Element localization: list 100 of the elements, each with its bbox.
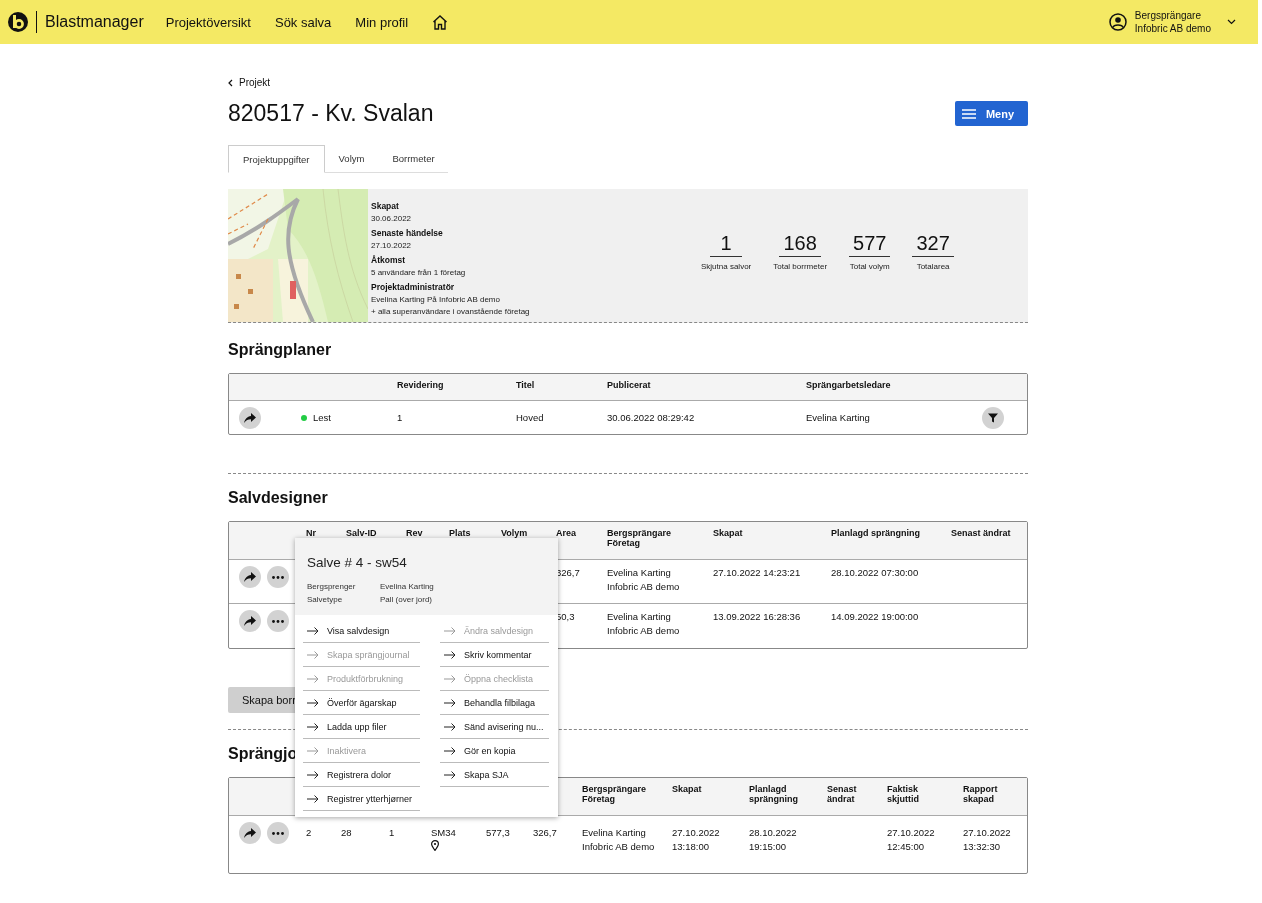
table-cell-text: 13.09.2022 16:28:36 (713, 610, 802, 624)
info-label: Projektadministratör (371, 282, 456, 292)
menu-item[interactable]: Skapa SJA (440, 763, 549, 787)
table-cell-text: 27.10.2022 12:45:00 (887, 826, 936, 854)
info-value: 27.10.2022 (371, 241, 413, 250)
table-cell-text: 326,7 (533, 826, 558, 840)
table-cell-text: 1 (397, 410, 404, 425)
arrow-icon (444, 722, 456, 731)
table-cell-text: Evelina Karting (806, 410, 871, 425)
column-header: Senast ändrat (827, 783, 858, 804)
share-button[interactable] (239, 610, 261, 632)
info-value: Evelina Karting På Infobric AB demo (371, 295, 501, 304)
menu-item[interactable]: Gör en kopia (440, 739, 549, 763)
section-heading: Sprängplaner (228, 341, 332, 359)
column-header: Skapat (713, 527, 744, 538)
arrow-icon (444, 626, 456, 635)
info-value: + alla superanvändare i ovanstående företag (371, 307, 531, 316)
share-arrow-icon (244, 828, 256, 838)
table-cell-text: 27.10.2022 14:23:21 (713, 566, 802, 580)
user-icon[interactable] (1108, 13, 1127, 31)
share-button[interactable] (239, 406, 261, 429)
arrow-icon (444, 770, 456, 779)
table-cell-text: 2 (306, 826, 313, 840)
column-header: Volym (501, 527, 529, 538)
info-label: Senaste händelse (371, 228, 444, 238)
popup-title: Salve # 4 - sw54 (307, 555, 408, 570)
column-header: Sprängarbetsledare (806, 379, 892, 390)
filter-button[interactable] (982, 406, 1004, 429)
menu-item[interactable]: Överför ägarskap (303, 691, 420, 715)
table-cell-text: 28.10.2022 07:30:00 (831, 566, 920, 580)
more-button[interactable] (267, 822, 289, 844)
breadcrumb-link[interactable]: Projekt (239, 77, 271, 88)
table-cell-text: 28 (341, 826, 353, 840)
arrow-icon (307, 674, 319, 683)
column-header: Senast ändrat (951, 527, 1012, 538)
arrow-icon (307, 770, 319, 779)
column-header: Plats (449, 527, 472, 538)
menu-icon (961, 108, 976, 119)
more-button[interactable] (267, 566, 289, 588)
tab[interactable]: Volym (324, 145, 379, 172)
page-title: 820517 - Kv. Svalan (228, 100, 434, 127)
share-button[interactable] (239, 822, 261, 844)
share-arrow-icon (244, 572, 256, 582)
table-cell-text: 30.06.2022 08:29:42 (607, 410, 696, 425)
tab[interactable]: Projektuppgifter (228, 145, 325, 173)
table-cell-text: 1 (389, 826, 396, 840)
column-header: Rapport skapad (963, 783, 999, 804)
column-header: Planlagd sprängning (831, 527, 921, 538)
arrow-icon (307, 722, 319, 731)
stat-value: 577 (849, 232, 891, 257)
menu-item[interactable]: Skriv kommentar (440, 643, 549, 667)
table-cell-text: 27.10.2022 13:32:30 (963, 826, 1012, 854)
stat-label: Total borrmeter (773, 262, 828, 271)
table-cell-text: 14.09.2022 19:00:00 (831, 610, 920, 624)
arrow-icon (307, 794, 319, 803)
info-value: 5 användare från 1 företag (371, 268, 467, 277)
column-header: Skapat (672, 783, 703, 794)
menu-item[interactable]: Registrer ytterhjørner (303, 787, 420, 811)
section-heading: Sprängjo (228, 745, 298, 763)
column-header: Revidering (397, 379, 445, 390)
share-button[interactable] (239, 566, 261, 588)
arrow-icon (444, 698, 456, 707)
more-button[interactable] (267, 610, 289, 632)
arrow-icon (444, 746, 456, 755)
menu-item[interactable]: Behandla filbilaga (440, 691, 549, 715)
arrow-icon (444, 674, 456, 683)
stat-label: Total volym (849, 262, 890, 271)
home-icon[interactable] (432, 14, 449, 30)
menu-item[interactable]: Sänd avisering nu... (440, 715, 549, 739)
detail-label: Bergsprenger (307, 582, 357, 591)
share-arrow-icon (244, 412, 256, 423)
arrow-icon (307, 746, 319, 755)
table-cell-text: Evelina Karting Infobric AB demo (582, 826, 656, 854)
tab[interactable]: Borrmeter (378, 145, 449, 172)
table-cell-text: Hoved (516, 410, 545, 425)
info-value: 30.06.2022 (371, 214, 413, 223)
arrow-icon (307, 698, 319, 707)
column-header: Salv-ID (346, 527, 378, 538)
menu-item[interactable]: Visa salvdesign (303, 619, 420, 643)
info-label: Skapat (371, 201, 400, 211)
nav-link[interactable]: Min profil (355, 14, 409, 30)
info-label: Åtkomst (371, 255, 406, 265)
table-cell-text: Evelina Karting Infobric AB demo (607, 566, 681, 594)
nav-link[interactable]: Sök salva (274, 14, 332, 30)
nav-link[interactable]: Projektöversikt (165, 14, 251, 30)
menu-item[interactable]: Registrera dolor (303, 763, 420, 787)
dots-icon (272, 575, 284, 579)
logo-icon (8, 12, 28, 32)
user-company: Infobric AB demo (1134, 22, 1211, 35)
brand-name[interactable]: Blastmanager (45, 13, 144, 31)
menu-item[interactable]: Ladda upp filer (303, 715, 420, 739)
location-pin-icon[interactable] (431, 840, 439, 851)
menu-button[interactable]: Meny (954, 101, 1028, 126)
user-role: Bergsprängare (1134, 9, 1202, 22)
chevron-down-icon[interactable] (1227, 19, 1236, 25)
stat-value: 327 (912, 232, 954, 257)
table-cell-text: 577,3 (486, 826, 511, 840)
chevron-left-icon[interactable] (228, 78, 233, 87)
detail-value: Pall (over jord) (380, 595, 433, 604)
table-cell-text: 27.10.2022 13:18:00 (672, 826, 721, 854)
